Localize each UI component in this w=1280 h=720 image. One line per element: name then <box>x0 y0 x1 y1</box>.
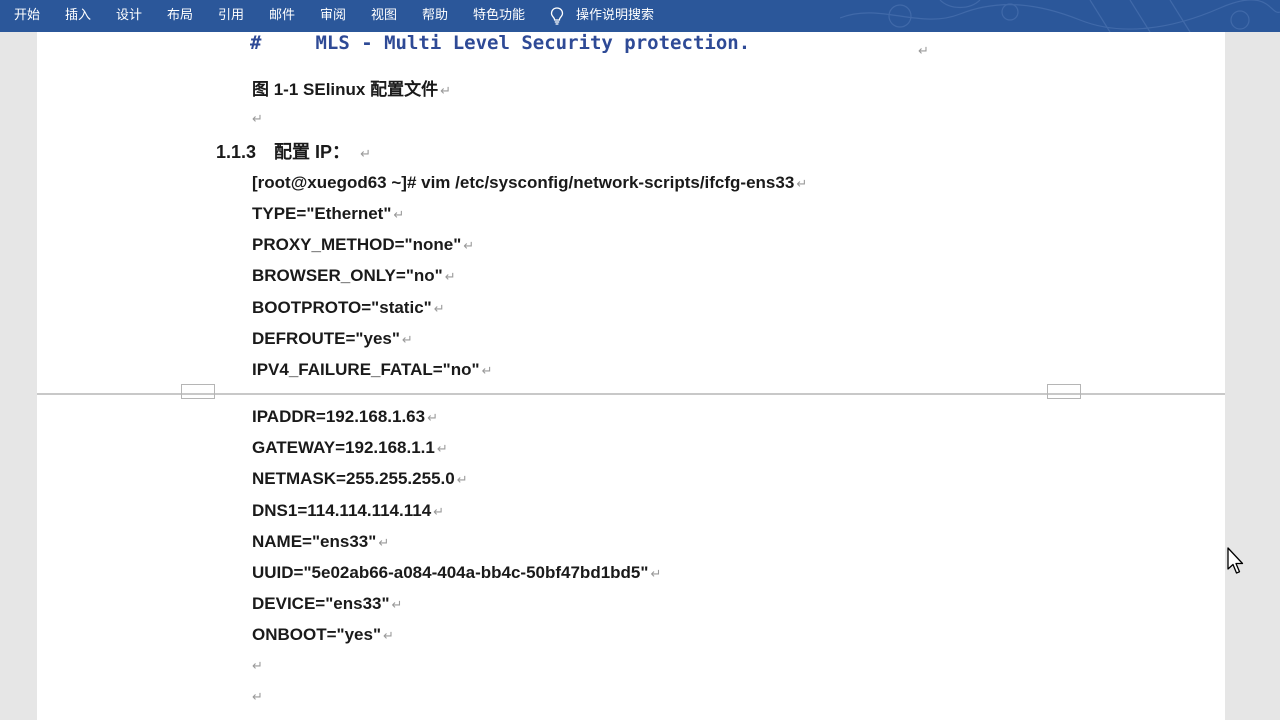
config-line-text: ONBOOT="yes" <box>252 625 382 645</box>
config-line-text: GATEWAY=192.168.1.1 <box>252 438 435 458</box>
config-line: UUID="5e02ab66-a084-404a-bb4c-50bf47bd1b… <box>252 562 661 586</box>
paragraph-mark: ↵ <box>481 364 493 379</box>
left-margin-area <box>0 32 37 720</box>
figure-caption: 图 1-1 SElinux 配置文件 ↵ <box>252 79 451 103</box>
config-line: NAME="ens33" ↵ <box>252 531 389 555</box>
paragraph-mark: ↵ <box>401 332 413 348</box>
config-line-text: UUID="5e02ab66-a084-404a-bb4c-50bf47bd1b… <box>252 563 649 582</box>
paragraph-mark: ↵ <box>427 411 439 426</box>
config-line: DEFROUTE="yes" ↵ <box>252 328 413 352</box>
config-line-text: PROXY_METHOD="none" <box>252 235 462 255</box>
tell-me-search[interactable]: 操作说明搜索 <box>576 0 654 32</box>
paragraph-mark: ↵ <box>252 112 263 127</box>
tab-view[interactable]: 视图 <box>371 0 397 32</box>
ribbon-tab-bar: 开始 插入 设计 布局 引用 邮件 审阅 视图 帮助 特色功能 操作说明搜索 <box>0 0 1280 32</box>
paragraph-mark: ↵ <box>433 301 445 317</box>
config-line: PROXY_METHOD="none" ↵ <box>252 234 474 258</box>
document-page-1[interactable] <box>37 32 1225 394</box>
paragraph-mark: ↵ <box>252 659 263 674</box>
document-page-2[interactable] <box>37 395 1225 720</box>
paragraph-mark: ↵ <box>393 208 405 223</box>
config-line: IPV4_FAILURE_FATAL="no" ↵ <box>252 359 492 383</box>
heading-text: 配置 IP： <box>274 142 351 162</box>
config-line-text: BROWSER_ONLY="no" <box>252 266 443 286</box>
paragraph-mark: ↵ <box>650 567 662 582</box>
mouse-pointer-icon <box>1227 547 1244 574</box>
ribbon-background-pattern <box>840 0 1280 32</box>
paragraph-mark: ↵ <box>252 690 263 705</box>
config-line-text: DNS1=114.114.114.114 <box>252 500 432 520</box>
config-line-text: DEFROUTE="yes" <box>252 328 400 348</box>
command-line: [root@xuegod63 ~]# vim /etc/sysconfig/ne… <box>252 172 807 196</box>
tab-references[interactable]: 引用 <box>218 0 244 32</box>
config-line-text: IPADDR=192.168.1.63 <box>252 407 426 426</box>
config-line: TYPE="Ethernet" ↵ <box>252 203 404 227</box>
paragraph-mark: ↵ <box>918 44 929 59</box>
config-line-text: DEVICE="ens33" <box>252 594 390 614</box>
paragraph-mark: ↵ <box>360 147 371 162</box>
tab-home[interactable]: 开始 <box>14 0 40 32</box>
config-line: BOOTPROTO="static" ↵ <box>252 297 445 321</box>
lightbulb-icon[interactable] <box>550 7 564 25</box>
heading-number: 1.1.3 <box>216 142 257 162</box>
mls-hash: # <box>250 32 262 54</box>
tab-design[interactable]: 设计 <box>116 0 142 32</box>
config-line-text: TYPE="Ethernet" <box>252 204 392 223</box>
config-line: IPADDR=192.168.1.63 ↵ <box>252 406 438 430</box>
config-line: BROWSER_ONLY="no" ↵ <box>252 265 456 289</box>
config-line: GATEWAY=192.168.1.1 ↵ <box>252 437 448 461</box>
paragraph-mark: ↵ <box>391 598 403 614</box>
paragraph-mark: ↵ <box>444 270 456 286</box>
right-margin-area <box>1226 32 1280 720</box>
config-line: DEVICE="ens33" ↵ <box>252 593 402 617</box>
tab-features[interactable]: 特色功能 <box>473 0 525 32</box>
mls-comment-line: # MLS - Multi Level Security protection. <box>250 32 750 54</box>
paragraph-mark: ↵ <box>463 239 475 255</box>
config-line-text: BOOTPROTO="static" <box>252 297 432 317</box>
command-text: [root@xuegod63 ~]# vim /etc/sysconfig/ne… <box>252 173 795 192</box>
mls-text: MLS - Multi Level Security protection. <box>315 32 751 54</box>
tab-help[interactable]: 帮助 <box>422 0 448 32</box>
config-line-text: IPV4_FAILURE_FATAL="no" <box>252 360 480 379</box>
paragraph-mark: ↵ <box>378 535 390 551</box>
config-line: DNS1=114.114.114.114 ↵ <box>252 500 444 524</box>
paragraph-mark: ↵ <box>440 84 451 99</box>
tab-review[interactable]: 审阅 <box>320 0 346 32</box>
config-line-text: NETMASK=255.255.255.0 <box>252 469 455 489</box>
document-canvas <box>0 32 1280 720</box>
tab-mailings[interactable]: 邮件 <box>269 0 295 32</box>
section-heading: 1.1.3 配置 IP： ↵ <box>216 141 371 166</box>
paragraph-mark: ↵ <box>456 473 468 489</box>
paragraph-mark: ↵ <box>436 442 448 458</box>
config-line: ONBOOT="yes" ↵ <box>252 624 394 648</box>
config-line-text: NAME="ens33" <box>252 531 377 551</box>
paragraph-mark: ↵ <box>383 629 394 645</box>
tab-insert[interactable]: 插入 <box>65 0 91 32</box>
paragraph-mark: ↵ <box>796 177 808 192</box>
page-corner-marker <box>1047 385 1081 399</box>
page-corner-marker <box>181 385 215 399</box>
tab-layout[interactable]: 布局 <box>167 0 193 32</box>
config-line: NETMASK=255.255.255.0 ↵ <box>252 468 468 492</box>
figure-caption-text: 图 1-1 SElinux 配置文件 <box>252 80 439 99</box>
paragraph-mark: ↵ <box>433 504 445 520</box>
